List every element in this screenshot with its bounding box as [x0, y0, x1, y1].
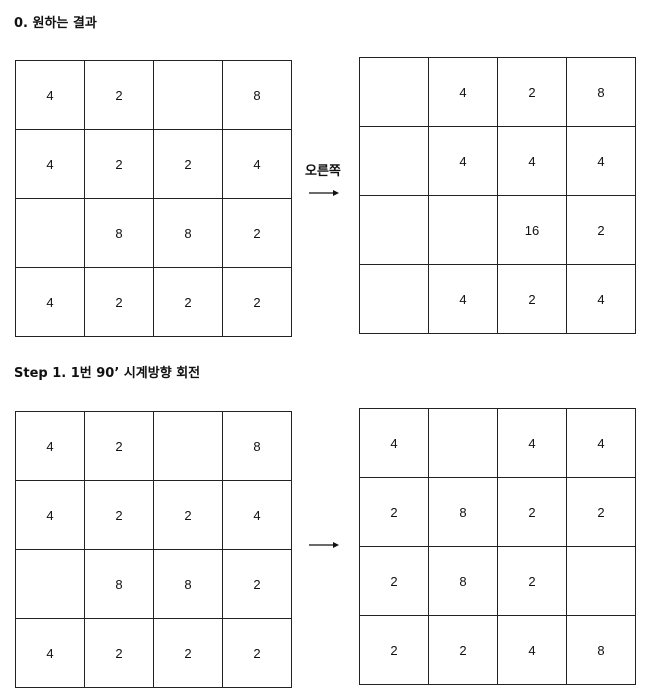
grid-cell: 4 [15, 60, 85, 130]
grid-before-2: 4 2 8 4 2 2 4 8 8 2 4 2 2 2 [15, 411, 292, 688]
grid-cell: 4 [566, 126, 636, 196]
grid-cell: 4 [428, 264, 498, 334]
grid-cell: 8 [222, 411, 292, 481]
grid-cell: 2 [566, 195, 636, 265]
grid-cell [359, 264, 429, 334]
grid-cell: 4 [428, 57, 498, 127]
grid-cell: 2 [566, 477, 636, 547]
grid-cell: 2 [84, 129, 154, 199]
grid-cell [359, 57, 429, 127]
grid-cell: 2 [222, 267, 292, 337]
grid-cell: 4 [15, 618, 85, 688]
grid-cell: 4 [359, 408, 429, 478]
right-arrow-icon [309, 190, 339, 196]
grid-cell: 2 [497, 264, 567, 334]
grid-cell: 4 [15, 129, 85, 199]
grid-cell: 4 [15, 411, 85, 481]
grid-cell: 8 [566, 615, 636, 685]
section-heading-step-1: Step 1. 1번 90’ 시계방향 회전 [14, 366, 201, 381]
grid-cell: 2 [153, 267, 223, 337]
grid-cell [566, 546, 636, 616]
grid-cell: 8 [153, 198, 223, 268]
grid-cell [359, 195, 429, 265]
grid-cell: 2 [153, 480, 223, 550]
grid-cell: 2 [84, 411, 154, 481]
right-arrow-icon [309, 542, 339, 548]
grid-cell: 16 [497, 195, 567, 265]
grid-cell: 4 [497, 408, 567, 478]
grid-cell: 2 [497, 477, 567, 547]
grid-cell [15, 549, 85, 619]
grid-cell [153, 411, 223, 481]
grid-cell: 8 [428, 546, 498, 616]
grid-before-1: 4 2 8 4 2 2 4 8 8 2 4 2 2 2 [15, 60, 292, 337]
grid-cell: 4 [566, 264, 636, 334]
operation-label: 오른쪽 [305, 164, 341, 179]
grid-after-2: 4 4 4 2 8 2 2 2 8 2 2 2 4 8 [359, 408, 636, 685]
grid-cell: 4 [15, 480, 85, 550]
grid-cell [153, 60, 223, 130]
grid-cell: 4 [222, 480, 292, 550]
grid-cell: 4 [497, 615, 567, 685]
grid-cell: 4 [497, 126, 567, 196]
grid-cell [359, 126, 429, 196]
grid-cell: 2 [153, 129, 223, 199]
grid-cell [428, 195, 498, 265]
grid-cell: 8 [566, 57, 636, 127]
grid-cell [428, 408, 498, 478]
grid-cell: 4 [566, 408, 636, 478]
grid-cell: 4 [15, 267, 85, 337]
grid-cell: 8 [428, 477, 498, 547]
grid-cell: 2 [222, 549, 292, 619]
grid-cell: 2 [428, 615, 498, 685]
grid-cell: 2 [84, 60, 154, 130]
grid-cell: 2 [359, 615, 429, 685]
grid-cell: 2 [359, 546, 429, 616]
grid-cell: 4 [428, 126, 498, 196]
grid-cell: 4 [222, 129, 292, 199]
grid-cell: 2 [84, 480, 154, 550]
grid-cell: 2 [359, 477, 429, 547]
grid-cell: 2 [222, 618, 292, 688]
grid-cell: 8 [222, 60, 292, 130]
grid-cell: 8 [84, 549, 154, 619]
grid-cell: 2 [84, 267, 154, 337]
grid-cell: 2 [153, 618, 223, 688]
grid-cell: 2 [497, 546, 567, 616]
grid-cell: 2 [84, 618, 154, 688]
grid-cell [15, 198, 85, 268]
grid-cell: 2 [222, 198, 292, 268]
grid-cell: 8 [153, 549, 223, 619]
grid-cell: 2 [497, 57, 567, 127]
grid-after-1: 4 2 8 4 4 4 16 2 4 2 4 [359, 57, 636, 334]
section-heading-desired-result: 0. 원하는 결과 [14, 16, 97, 31]
grid-cell: 8 [84, 198, 154, 268]
